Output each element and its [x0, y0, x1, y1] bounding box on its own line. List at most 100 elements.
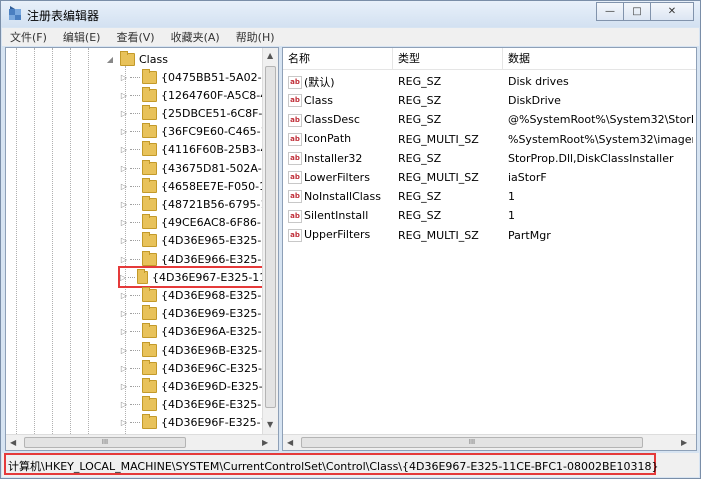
- folder-icon: [142, 104, 157, 120]
- tree-item[interactable]: ▷ {4D36E96F-E325-11C: [120, 414, 278, 432]
- scroll-left-icon[interactable]: ◀: [10, 438, 16, 447]
- scroll-left-icon[interactable]: ◀: [287, 438, 293, 447]
- expand-icon[interactable]: ▷: [120, 127, 128, 137]
- value-row[interactable]: ab ClassDesc REG_SZ @%SystemRoot%\System32\…: [283, 110, 693, 129]
- expand-icon[interactable]: ▷: [120, 309, 128, 319]
- values-pane[interactable]: 名称 类型 数据 ab (默认) REG_SZ Disk drives ab Class R…: [282, 47, 697, 451]
- close-button[interactable]: ✕: [650, 2, 694, 21]
- tree-item[interactable]: ▷ {4D36E96E-E325-11C: [120, 396, 278, 414]
- scroll-thumb[interactable]: III: [24, 437, 186, 448]
- value-row[interactable]: ab SilentInstall REG_SZ 1: [283, 206, 693, 225]
- value-name: UpperFilters: [304, 228, 371, 242]
- expand-icon[interactable]: ▷: [120, 254, 128, 264]
- folder-icon: [142, 214, 157, 230]
- menu-edit[interactable]: 编辑(E): [55, 29, 109, 45]
- value-data: 1: [508, 209, 515, 223]
- tree-item[interactable]: ▷ {43675D81-502A-4A: [120, 159, 276, 177]
- column-data[interactable]: 数据: [503, 48, 696, 69]
- collapse-icon[interactable]: ◢: [106, 54, 114, 64]
- value-row[interactable]: ab Class REG_SZ DiskDrive: [283, 91, 693, 110]
- scroll-right-icon[interactable]: ▶: [262, 438, 268, 447]
- expand-icon[interactable]: ▷: [120, 108, 128, 118]
- menu-file[interactable]: 文件(F): [2, 29, 55, 45]
- tree-item[interactable]: ▷ {1264760F-A5C8-4BF: [120, 86, 278, 104]
- expand-icon[interactable]: ▷: [120, 218, 128, 228]
- title-bar[interactable]: 注册表编辑器 — □ ✕: [1, 1, 700, 27]
- tree-item-class[interactable]: ◢ Class: [106, 50, 168, 68]
- maximize-button[interactable]: □: [623, 2, 651, 21]
- tree-item[interactable]: ▷ {0475BB51-5A02-4E: [120, 68, 276, 86]
- tree-item[interactable]: ▷ {4D36E96B-E325-11C: [120, 341, 278, 359]
- expand-icon[interactable]: ▷: [120, 181, 128, 191]
- expand-icon[interactable]: ▷: [120, 199, 128, 209]
- tree-item[interactable]: ▷ {4658EE7E-F050-11D: [120, 177, 278, 195]
- expand-icon[interactable]: ▷: [120, 400, 128, 410]
- tree-horizontal-scrollbar[interactable]: ◀ III ▶: [6, 434, 278, 450]
- values-horizontal-scrollbar[interactable]: ◀ III ▶: [283, 434, 696, 450]
- value-data: %SystemRoot%\System32\imagere: [508, 132, 693, 146]
- value-row[interactable]: ab (默认) REG_SZ Disk drives: [283, 72, 693, 91]
- tree-item[interactable]: ▷ {36FC9E60-C465-11C: [120, 123, 278, 141]
- folder-icon: [142, 86, 157, 102]
- expand-icon[interactable]: ▷: [120, 345, 128, 355]
- expand-icon[interactable]: ▷: [120, 236, 128, 246]
- tree-item[interactable]: ▷ {4D36E965-E325-11C: [120, 232, 278, 250]
- tree-item[interactable]: ▷ {48721B56-6795-11D: [120, 195, 278, 213]
- tree-connector: [130, 131, 140, 133]
- tree-connector: [130, 222, 140, 224]
- column-name[interactable]: 名称: [283, 48, 393, 69]
- folder-open-icon: [120, 50, 135, 66]
- value-row[interactable]: ab IconPath REG_MULTI_SZ %SystemRoot%\Syste…: [283, 130, 693, 149]
- expand-icon[interactable]: ▷: [120, 418, 128, 428]
- value-name: ClassDesc: [304, 113, 360, 127]
- tree-item[interactable]: ▷ {4D36E968-E325-11C: [120, 286, 278, 304]
- key-tree-pane[interactable]: ◢ Class ▷ {0475BB51-5A02-4E ▷ {1264760F-A5C…: [5, 47, 279, 451]
- expand-icon[interactable]: ▷: [120, 272, 126, 282]
- expand-icon[interactable]: ▷: [120, 90, 128, 100]
- expand-icon[interactable]: ▷: [120, 145, 128, 155]
- tree-item[interactable]: ▷ {4D36E96A-E325-11C: [120, 323, 278, 341]
- registry-editor-icon: [9, 6, 21, 20]
- tree-item-selected[interactable]: ▷ {4D36E967-E325-11C: [118, 266, 276, 289]
- folder-icon: [142, 396, 157, 412]
- tree-connector: [128, 276, 136, 278]
- value-row[interactable]: ab LowerFilters REG_MULTI_SZ iaStorF: [283, 168, 693, 187]
- tree-connector: [130, 258, 140, 260]
- value-type: REG_SZ: [398, 75, 442, 88]
- menu-favorites[interactable]: 收藏夹(A): [163, 29, 228, 45]
- tree-item[interactable]: ▷ {25DBCE51-6C8F-4A: [120, 104, 277, 122]
- tree-item[interactable]: ▷ {4116F60B-25B3-466: [120, 141, 278, 159]
- value-row[interactable]: ab UpperFilters REG_MULTI_SZ PartMgr: [283, 226, 693, 245]
- expand-icon[interactable]: ▷: [120, 381, 128, 391]
- expand-icon[interactable]: ▷: [120, 363, 128, 373]
- expand-icon[interactable]: ▷: [120, 72, 128, 82]
- column-type[interactable]: 类型: [393, 48, 503, 69]
- tree-vertical-scrollbar[interactable]: ▲ ▼: [262, 48, 278, 434]
- expand-icon[interactable]: ▷: [120, 290, 128, 300]
- scroll-thumb[interactable]: III: [301, 437, 643, 448]
- scroll-right-icon[interactable]: ▶: [681, 438, 687, 447]
- tree-connector: [130, 185, 140, 187]
- tree-item[interactable]: ▷ {4D36E969-E325-11C: [120, 305, 278, 323]
- tree-item[interactable]: ▷ {4D36E966-E325-11C: [120, 250, 278, 268]
- folder-icon: [142, 195, 157, 211]
- menu-view[interactable]: 查看(V): [108, 29, 162, 45]
- value-data: iaStorF: [508, 171, 547, 184]
- minimize-icon: —: [605, 6, 615, 17]
- scroll-thumb[interactable]: [265, 66, 276, 408]
- value-data: @%SystemRoot%\System32\StorPr: [508, 113, 693, 127]
- expand-icon[interactable]: ▷: [120, 327, 128, 337]
- menu-help[interactable]: 帮助(H): [228, 29, 283, 45]
- values-column-header: 名称 类型 数据: [283, 48, 696, 70]
- close-icon: ✕: [667, 6, 677, 17]
- tree-item-label: {4D36E967-E325-11C: [152, 270, 274, 284]
- value-row[interactable]: ab Installer32 REG_SZ StorProp.Dll,DiskClas…: [283, 149, 693, 168]
- expand-icon[interactable]: ▷: [120, 163, 128, 173]
- tree-item[interactable]: ▷ {4D36E96D-E325-11C: [120, 377, 278, 395]
- scroll-down-icon[interactable]: ▼: [267, 420, 273, 429]
- value-row[interactable]: ab NoInstallClass REG_SZ 1: [283, 187, 693, 206]
- minimize-button[interactable]: —: [596, 2, 624, 21]
- tree-item[interactable]: ▷ {4D36E96C-E325-11C: [120, 359, 278, 377]
- tree-item[interactable]: ▷ {49CE6AC8-6F86-11D: [120, 214, 278, 232]
- scroll-up-icon[interactable]: ▲: [267, 51, 273, 60]
